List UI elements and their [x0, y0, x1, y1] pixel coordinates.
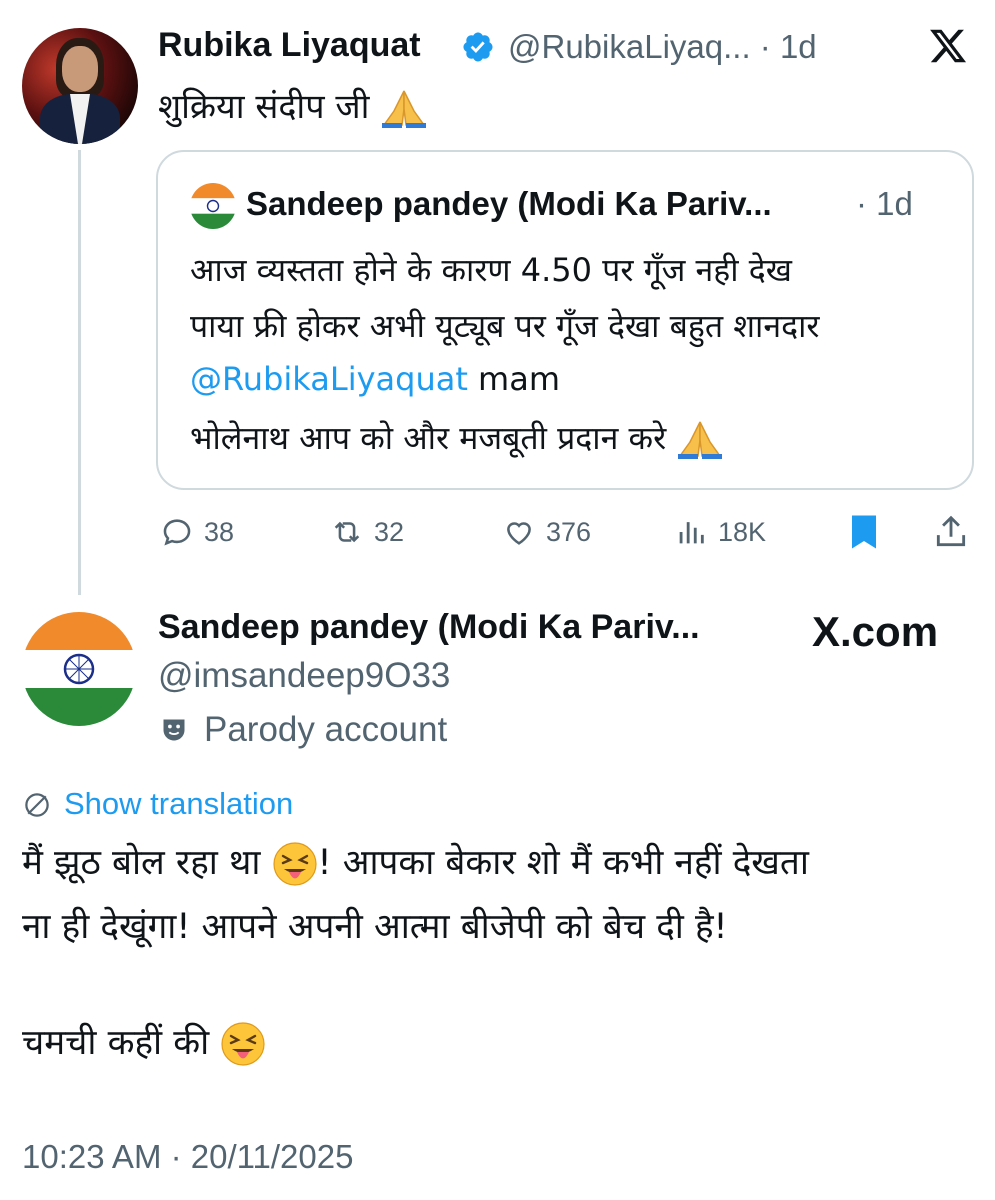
repost-icon [334, 521, 360, 543]
quoted-text-line-1: आज व्यस्तता होने के कारण 4.50 पर गूँज नह… [190, 251, 792, 289]
parody-label: Parody account [204, 710, 448, 749]
reply-button[interactable]: 38 [160, 510, 234, 554]
quoted-text-line-4-content: भोलेनाथ आप को और मजबूती प्रदान करे [190, 419, 667, 457]
like-count: 376 [546, 516, 592, 547]
tongue-face-emoji [272, 842, 317, 886]
avatar-flag-small[interactable] [190, 183, 236, 229]
tweet-text-line-1b: ! आपका बेकार शो मैं कभी नहीं देखता [317, 843, 809, 883]
x-logo-icon[interactable] [928, 26, 968, 66]
like-button[interactable]: 376 [502, 510, 591, 554]
quoted-author-name[interactable]: Sandeep pandey (Modi Ka Pariv... [246, 185, 772, 223]
show-translation-link[interactable]: Show translation [64, 786, 293, 822]
author-name[interactable]: Sandeep pandey (Modi Ka Pariv... [158, 608, 700, 647]
author-handle-time[interactable]: @RubikaLiyaq... · 1d [508, 28, 817, 66]
tweet-text-line-2: ना ही देखूंगा! आपने अपनी आत्मा बीजेपी को… [22, 907, 728, 947]
tweet-text-line-3-content: चमची कहीं की [22, 1023, 221, 1063]
tongue-face-emoji [221, 1022, 265, 1066]
views-count: 18K [718, 516, 767, 547]
repost-count: 32 [374, 516, 405, 547]
like-icon [507, 522, 531, 545]
tweet-text-line-3: चमची कहीं की [22, 1018, 266, 1067]
reply-icon [163, 519, 191, 546]
tweet-text-content: शुक्रिया संदीप जी [158, 87, 370, 127]
site-watermark: X.com [812, 608, 939, 655]
folded-hands-emoji [382, 90, 427, 128]
views-button[interactable]: 18K [674, 510, 766, 554]
quoted-text-line-3: @RubikaLiyaquat mam [190, 360, 560, 398]
repost-button[interactable]: 32 [330, 510, 404, 554]
author-name[interactable]: Rubika Liyaquat [158, 26, 421, 65]
tweet-text-line-1: मैं झूठ बोल रहा था ! आपका बेकार शो मैं क… [22, 838, 809, 887]
views-icon [679, 522, 704, 544]
share-icon[interactable] [932, 512, 970, 552]
reply-count: 38 [204, 516, 235, 547]
tweet-text: शुक्रिया संदीप जी [158, 82, 428, 129]
parody-mask-icon [163, 719, 185, 741]
bookmark-icon[interactable] [846, 512, 882, 552]
author-handle[interactable]: @imsandeep9O33 [158, 656, 450, 696]
folded-hands-emoji [678, 421, 723, 459]
mention-link[interactable]: @RubikaLiyaquat [190, 360, 468, 398]
quoted-time: · 1d [856, 185, 913, 222]
quoted-text-mam: mam [467, 360, 560, 398]
verified-badge-icon [463, 32, 493, 62]
tweet-timestamp[interactable]: 10:23 AM · 20/11/2025 [22, 1138, 353, 1176]
quoted-text-line-4: भोलेनाथ आप को और मजबूती प्रदान करे [190, 416, 724, 460]
tweet-text-line-1a: मैं झूठ बोल रहा था [22, 843, 272, 883]
avatar-rubika[interactable] [22, 28, 138, 144]
thread-connector [78, 150, 81, 595]
quoted-text-line-2: पाया फ्री होकर अभी यूट्यूब पर गूँज देखा … [190, 307, 820, 345]
translate-globe-icon [25, 793, 49, 817]
avatar-sandeep[interactable] [22, 612, 136, 726]
